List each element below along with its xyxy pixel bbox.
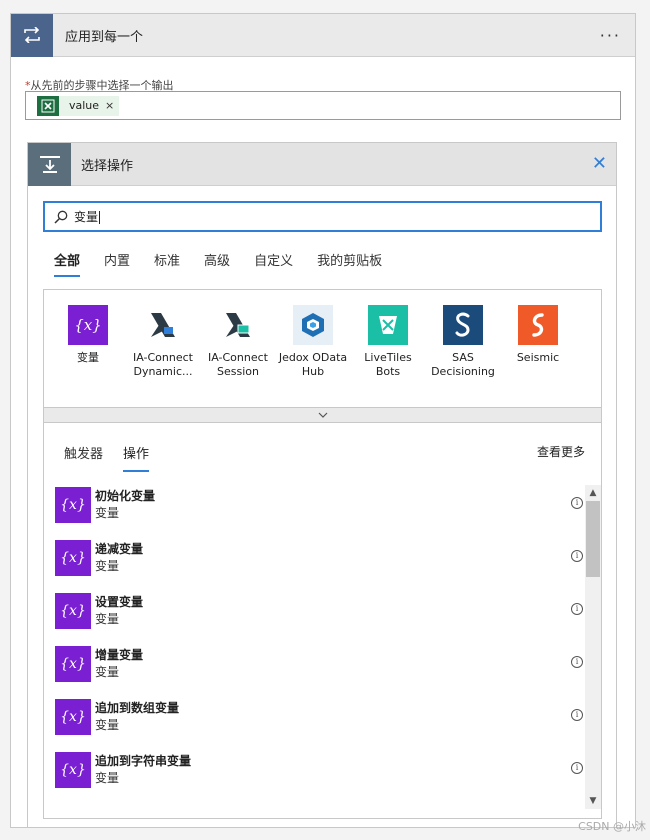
connector-label: Jedox OData xyxy=(278,351,348,364)
info-icon[interactable]: i xyxy=(571,603,583,615)
info-icon[interactable]: i xyxy=(571,709,583,721)
search-icon xyxy=(54,210,68,224)
panel-title: 选择操作 xyxy=(81,158,134,174)
tab-custom[interactable]: 自定义 xyxy=(254,250,293,277)
action-connector: 变量 xyxy=(95,771,120,785)
search-input[interactable]: 变量 xyxy=(74,208,101,225)
connector-seismic[interactable]: Seismic xyxy=(498,305,578,365)
connector-label: SAS xyxy=(452,351,474,364)
tab-triggers[interactable]: 触发器 xyxy=(64,443,103,472)
connector-label: LiveTiles xyxy=(364,351,412,364)
tab-builtin[interactable]: 内置 xyxy=(104,250,130,277)
variable-icon: {x} xyxy=(68,305,108,345)
connector-ia-connect-session[interactable]: IA-Connect Session xyxy=(198,305,278,379)
scroll-down-arrow[interactable]: ▼ xyxy=(585,793,601,809)
action-title: 追加到数组变量 xyxy=(95,701,180,715)
output-field[interactable]: value × xyxy=(25,91,621,120)
trigger-action-tabs: 触发器 操作 xyxy=(64,443,169,472)
connector-label-2: Hub xyxy=(301,365,325,378)
see-more-link[interactable]: 查看更多 xyxy=(537,443,585,460)
remove-token-button[interactable]: × xyxy=(105,99,114,112)
search-box[interactable]: 变量 xyxy=(43,201,602,232)
action-list-scrollbar[interactable]: ▲ ▼ xyxy=(585,485,601,809)
connector-label-2: Bots xyxy=(375,365,401,378)
connector-label-2: Decisioning xyxy=(431,365,495,378)
connector-label-2: Dynamic... xyxy=(133,365,193,378)
variable-icon: {x} xyxy=(55,646,91,682)
tab-premium[interactable]: 高级 xyxy=(204,250,230,277)
token-label: value xyxy=(69,99,100,112)
info-icon[interactable]: i xyxy=(571,550,583,562)
action-connector: 变量 xyxy=(95,718,120,732)
chevron-down-icon xyxy=(318,412,327,418)
card-title: 应用到每一个 xyxy=(65,29,144,45)
livetiles-icon xyxy=(368,305,408,345)
action-initialize-variable[interactable]: {x} 初始化变量 变量 i xyxy=(55,485,585,525)
scroll-up-arrow[interactable]: ▲ xyxy=(585,485,601,501)
excel-icon xyxy=(37,95,59,116)
variable-icon: {x} xyxy=(55,540,91,576)
value-token[interactable]: value × xyxy=(37,95,120,116)
action-connector: 变量 xyxy=(95,665,120,679)
connector-label-2: Session xyxy=(217,365,259,378)
variable-icon-text: {x} xyxy=(74,316,102,334)
variable-icon: {x} xyxy=(55,752,91,788)
category-tabs: 全部 内置 标准 高级 自定义 我的剪贴板 xyxy=(54,250,406,277)
action-append-to-string-variable[interactable]: {x} 追加到字符串变量 变量 i xyxy=(55,750,585,790)
watermark: CSDN @小沐 xyxy=(578,820,646,833)
connector-label: Seismic xyxy=(516,351,560,364)
search-value: 变量 xyxy=(74,210,99,224)
variable-icon: {x} xyxy=(55,593,91,629)
action-append-to-array-variable[interactable]: {x} 追加到数组变量 变量 i xyxy=(55,697,585,737)
variable-icon: {x} xyxy=(55,699,91,735)
action-set-variable[interactable]: {x} 设置变量 变量 i xyxy=(55,591,585,631)
connector-label: IA-Connect xyxy=(208,351,268,364)
connector-jedox-odata-hub[interactable]: Jedox OData Hub xyxy=(273,305,353,379)
action-title: 增量变量 xyxy=(95,648,144,662)
variable-icon: {x} xyxy=(55,487,91,523)
connector-grid: {x} 变量 IA-Connect Dynamic... IA-Connect … xyxy=(43,289,602,423)
connector-ia-connect-dynamics[interactable]: IA-Connect Dynamic... xyxy=(123,305,203,379)
apply-to-each-card: 应用到每一个 ··· *从先前的步骤中选择一个输出 value × 选择操作 ✕… xyxy=(10,13,636,828)
action-increment-variable[interactable]: {x} 增量变量 变量 i xyxy=(55,644,585,684)
jedox-icon xyxy=(293,305,333,345)
action-title: 递减变量 xyxy=(95,542,144,556)
tab-clipboard[interactable]: 我的剪贴板 xyxy=(317,250,382,277)
collapse-connectors-button[interactable] xyxy=(43,407,602,423)
ia-connect-session-icon xyxy=(218,305,258,345)
seismic-icon xyxy=(518,305,558,345)
tab-all[interactable]: 全部 xyxy=(54,250,81,277)
tab-actions[interactable]: 操作 xyxy=(123,443,150,472)
sas-icon xyxy=(443,305,483,345)
card-header[interactable]: 应用到每一个 ··· xyxy=(11,13,635,57)
panel-header: 选择操作 ✕ xyxy=(28,142,616,186)
action-title: 追加到字符串变量 xyxy=(95,754,192,768)
operation-icon xyxy=(28,142,71,186)
connector-label: IA-Connect xyxy=(133,351,193,364)
action-connector: 变量 xyxy=(95,612,120,626)
loop-icon xyxy=(11,13,53,57)
text-caret xyxy=(99,211,101,224)
info-icon[interactable]: i xyxy=(571,762,583,774)
action-connector: 变量 xyxy=(95,559,120,573)
action-decrement-variable[interactable]: {x} 递减变量 变量 i xyxy=(55,538,585,578)
ia-connect-icon xyxy=(143,305,183,345)
connector-variables[interactable]: {x} 变量 xyxy=(48,305,128,365)
actions-section: 触发器 操作 查看更多 {x} 初始化变量 变量 i {x} 递减变量 变量 i xyxy=(43,423,602,819)
close-icon[interactable]: ✕ xyxy=(592,155,607,173)
action-connector: 变量 xyxy=(95,506,120,520)
connector-label: 变量 xyxy=(77,351,99,364)
info-icon[interactable]: i xyxy=(571,656,583,668)
scroll-thumb[interactable] xyxy=(586,501,600,577)
action-title: 初始化变量 xyxy=(95,489,156,503)
more-options-button[interactable]: ··· xyxy=(600,26,621,45)
tab-standard[interactable]: 标准 xyxy=(154,250,180,277)
choose-action-panel: 选择操作 ✕ 变量 全部 内置 标准 高级 自定义 我的剪贴板 {x} 变量 I… xyxy=(27,142,617,828)
info-icon[interactable]: i xyxy=(571,497,583,509)
connector-sas-decisioning[interactable]: SAS Decisioning xyxy=(423,305,503,379)
action-title: 设置变量 xyxy=(95,595,144,609)
connector-livetiles-bots[interactable]: LiveTiles Bots xyxy=(348,305,428,379)
